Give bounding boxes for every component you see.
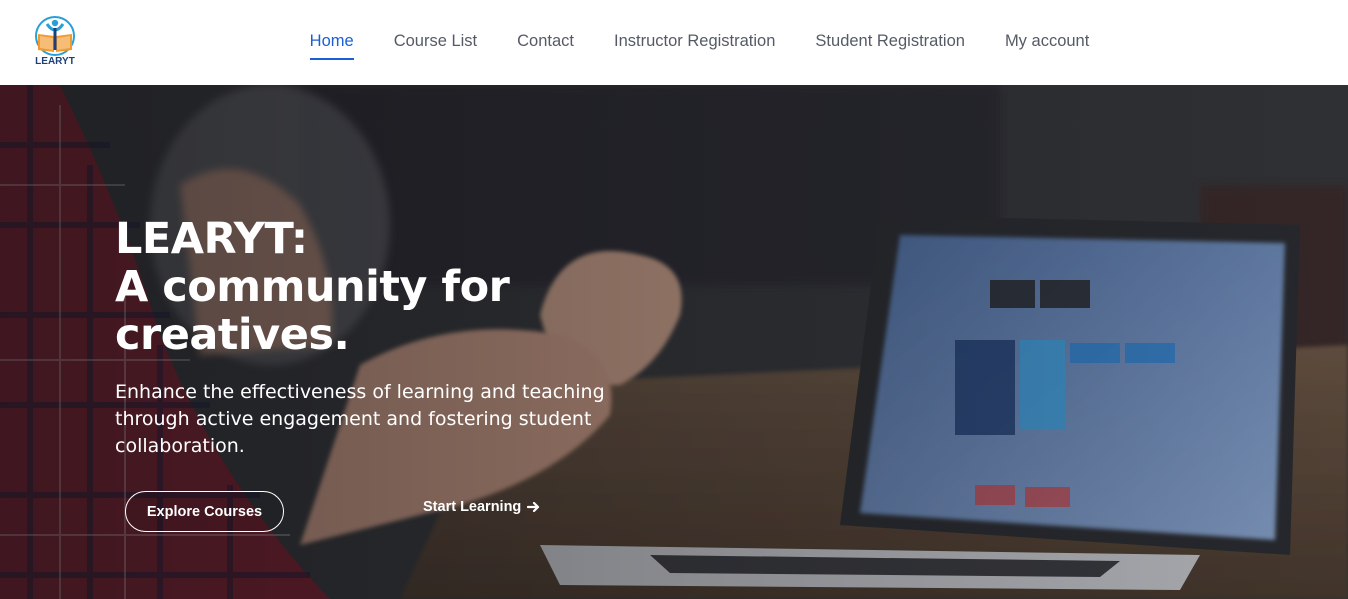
arrow-right-icon	[527, 501, 540, 513]
hero-headline: LEARYT: A community for creatives.	[115, 214, 510, 360]
nav-item-my-account[interactable]: My account	[1005, 28, 1089, 55]
nav-item-instructor-registration[interactable]: Instructor Registration	[614, 28, 775, 55]
site-header: LEARYT Home Course List Contact Instruct…	[0, 0, 1348, 85]
explore-courses-button[interactable]: Explore Courses	[125, 491, 284, 532]
hero-banner: LEARYT: A community for creatives. Enhan…	[0, 85, 1348, 599]
nav-item-home[interactable]: Home	[309, 28, 354, 60]
main-navigation: Home Course List Contact Instructor Regi…	[0, 0, 1348, 85]
start-learning-label: Start Learning	[423, 499, 522, 515]
nav-item-contact[interactable]: Contact	[517, 28, 574, 55]
headline-line-1: LEARYT:	[115, 214, 308, 264]
nav-item-course-list[interactable]: Course List	[394, 28, 477, 55]
hero-subtext: Enhance the effectiveness of learning an…	[115, 381, 605, 457]
headline-line-3: creatives.	[115, 310, 350, 360]
nav-item-student-registration[interactable]: Student Registration	[815, 28, 965, 55]
start-learning-link[interactable]: Start Learning	[423, 499, 541, 515]
explore-courses-label: Explore Courses	[146, 503, 263, 520]
headline-line-2: A community for	[115, 262, 510, 312]
